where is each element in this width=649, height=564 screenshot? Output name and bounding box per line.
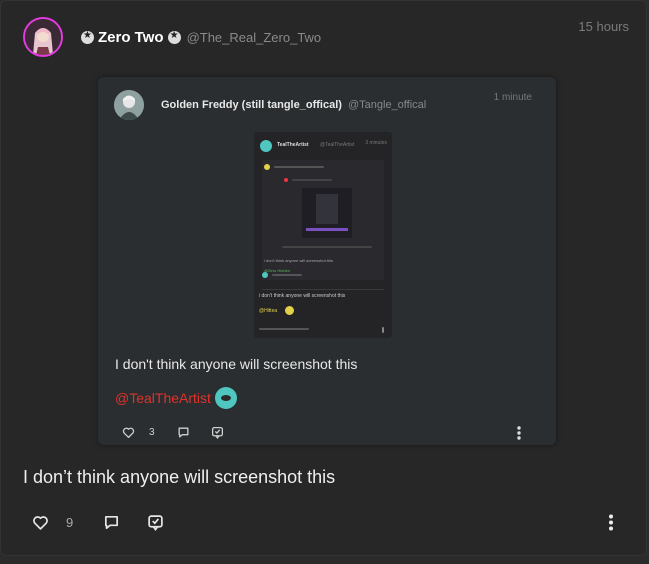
comment-icon bbox=[103, 514, 120, 531]
quoted-like-button[interactable]: 3 bbox=[122, 426, 155, 439]
user-avatar[interactable] bbox=[23, 17, 63, 57]
quoted-actions: 3 bbox=[122, 426, 224, 439]
quoted-quote-button[interactable] bbox=[211, 426, 224, 439]
embedded-screenshot[interactable]: TealTheArtist @TealTheArtist 3 minutes i… bbox=[254, 132, 392, 338]
comment-icon bbox=[177, 426, 190, 439]
heart-icon bbox=[122, 426, 135, 439]
quoted-post[interactable]: Golden Freddy (still tangle_offical) @Ta… bbox=[98, 77, 556, 445]
quote-button[interactable] bbox=[147, 514, 164, 531]
quoted-mention[interactable]: @TealTheArtist bbox=[115, 387, 237, 409]
like-count: 9 bbox=[66, 515, 74, 530]
quote-icon bbox=[147, 514, 164, 531]
screenshot-time: 3 minutes bbox=[365, 140, 387, 146]
post-time: 15 hours bbox=[578, 19, 629, 34]
quoted-author-handle[interactable]: @Tangle_offical bbox=[348, 99, 426, 111]
quoted-avatar[interactable] bbox=[114, 90, 144, 120]
badge-icon bbox=[167, 30, 181, 44]
screenshot-handle: @TealTheArtist bbox=[320, 142, 355, 148]
quoted-time: 1 minute bbox=[493, 92, 532, 103]
quoted-comment-button[interactable] bbox=[177, 426, 190, 439]
screenshot-line-2: i don't think anyone will screenshot thi… bbox=[259, 293, 346, 299]
quoted-more-button[interactable] bbox=[516, 426, 522, 440]
heart-icon bbox=[32, 514, 49, 531]
screenshot-inner-line-1: i don't think anyone will screenshot thi… bbox=[264, 258, 334, 263]
post-text: I don’t think anyone will screenshot thi… bbox=[23, 467, 336, 487]
screenshot-avatar bbox=[260, 140, 272, 152]
more-button[interactable] bbox=[608, 514, 614, 531]
badge-icon bbox=[81, 30, 94, 44]
post-card: Zero Two @The_Real_Zero_Two 15 hours Gol… bbox=[0, 0, 647, 556]
more-icon bbox=[516, 426, 522, 440]
quoted-author-name[interactable]: Golden Freddy (still tangle_offical) bbox=[161, 99, 342, 111]
author-row: Zero Two @The_Real_Zero_Two bbox=[81, 29, 321, 46]
quoted-author-row: Golden Freddy (still tangle_offical) @Ta… bbox=[161, 99, 426, 111]
post-actions: 9 bbox=[32, 514, 164, 531]
quote-icon bbox=[211, 426, 224, 439]
mention-avatar bbox=[214, 387, 237, 409]
quoted-like-count: 3 bbox=[149, 427, 155, 438]
screenshot-inner-mention-1: @Zero Hidden bbox=[264, 268, 291, 273]
comment-button[interactable] bbox=[103, 514, 120, 531]
screenshot-mention-2: @Hittea bbox=[259, 308, 278, 314]
screenshot-name: TealTheArtist bbox=[277, 142, 309, 148]
like-button[interactable]: 9 bbox=[32, 514, 73, 531]
mention-link[interactable]: @TealTheArtist bbox=[115, 390, 211, 406]
author-handle[interactable]: @The_Real_Zero_Two bbox=[187, 30, 322, 45]
screenshot-nested-post: i don't think anyone will screenshot thi… bbox=[262, 160, 384, 280]
more-icon bbox=[608, 514, 614, 531]
author-name[interactable]: Zero Two bbox=[98, 29, 164, 46]
quoted-text: I don't think anyone will screenshot thi… bbox=[115, 356, 358, 372]
